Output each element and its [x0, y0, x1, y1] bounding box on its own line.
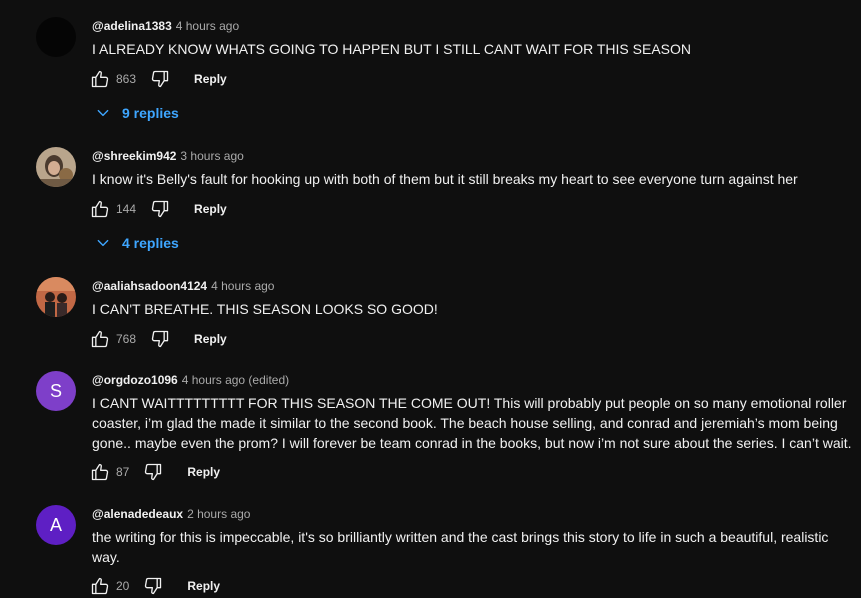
avatar-letter: S [49, 380, 62, 401]
avatar[interactable] [36, 147, 76, 187]
thumbs-up-icon[interactable] [90, 199, 110, 219]
like-count: 144 [116, 202, 137, 216]
comment-timestamp[interactable]: 4 hours ago (edited) [182, 373, 289, 387]
comment-timestamp[interactable]: 4 hours ago [211, 279, 274, 293]
replies-label: 9 replies [122, 105, 179, 121]
comment-header: @aaliahsadoon4124 4 hours ago [92, 277, 274, 295]
thumbs-down-icon[interactable] [150, 329, 170, 349]
comment-timestamp[interactable]: 4 hours ago [176, 19, 239, 33]
comment-header: @shreekim942 3 hours ago [92, 147, 244, 165]
comment-author[interactable]: @aaliahsadoon4124 [92, 279, 207, 293]
thumbs-up-icon[interactable] [90, 576, 110, 596]
view-replies-button[interactable]: 4 replies [96, 235, 179, 251]
avatar[interactable] [36, 17, 76, 57]
comment-text: I CANT WAITTTTTTTTT FOR THIS SEASON THE … [92, 395, 852, 451]
replies-label: 4 replies [122, 235, 179, 251]
avatar[interactable]: S [36, 371, 76, 411]
thumbs-up-icon[interactable] [90, 69, 110, 89]
comment-author[interactable]: @adelina1383 [92, 19, 172, 33]
thumbs-up-icon[interactable] [90, 329, 110, 349]
comment-header: @alenadedeaux 2 hours ago [92, 505, 250, 523]
comment-actions: 20 Reply [90, 574, 220, 598]
avatar[interactable]: A [36, 505, 76, 545]
comment-actions: 768 Reply [90, 327, 227, 351]
comment-header: @adelina1383 4 hours ago [92, 17, 239, 35]
reply-button[interactable]: Reply [187, 579, 220, 593]
like-count: 20 [116, 579, 130, 593]
comment-timestamp[interactable]: 3 hours ago [180, 149, 243, 163]
thumbs-down-icon[interactable] [150, 69, 170, 89]
chevron-down-icon [97, 239, 109, 247]
comment-author[interactable]: @alenadedeaux [92, 507, 183, 521]
reply-button[interactable]: Reply [194, 202, 227, 216]
comment-actions: 144 Reply [90, 197, 227, 221]
thumbs-down-icon[interactable] [143, 462, 163, 482]
comment-text: I know it's Belly's fault for hooking up… [92, 171, 798, 187]
thumbs-down-icon[interactable] [143, 576, 163, 596]
comment-text: I ALREADY KNOW WHATS GOING TO HAPPEN BUT… [92, 41, 692, 57]
reply-button[interactable]: Reply [194, 72, 227, 86]
reply-button[interactable]: Reply [187, 465, 220, 479]
comment-author[interactable]: @shreekim942 [92, 149, 176, 163]
comment-timestamp[interactable]: 2 hours ago [187, 507, 250, 521]
comment-text: I CAN'T BREATHE. THIS SEASON LOOKS SO GO… [92, 301, 438, 317]
comment-actions: 87 Reply [90, 460, 220, 484]
thumbs-down-icon[interactable] [150, 199, 170, 219]
chevron-down-icon [97, 109, 109, 117]
like-count: 87 [116, 465, 130, 479]
avatar[interactable] [36, 277, 76, 317]
comment-header: @orgdozo1096 4 hours ago (edited) [92, 371, 289, 389]
comment-text: the writing for this is impeccable, it's… [92, 529, 829, 565]
reply-button[interactable]: Reply [194, 332, 227, 346]
like-count: 863 [116, 72, 137, 86]
thumbs-up-icon[interactable] [90, 462, 110, 482]
view-replies-button[interactable]: 9 replies [96, 105, 179, 121]
like-count: 768 [116, 332, 137, 346]
comment-actions: 863 Reply [90, 67, 227, 91]
comment-author[interactable]: @orgdozo1096 [92, 373, 178, 387]
avatar-letter: A [49, 514, 62, 535]
